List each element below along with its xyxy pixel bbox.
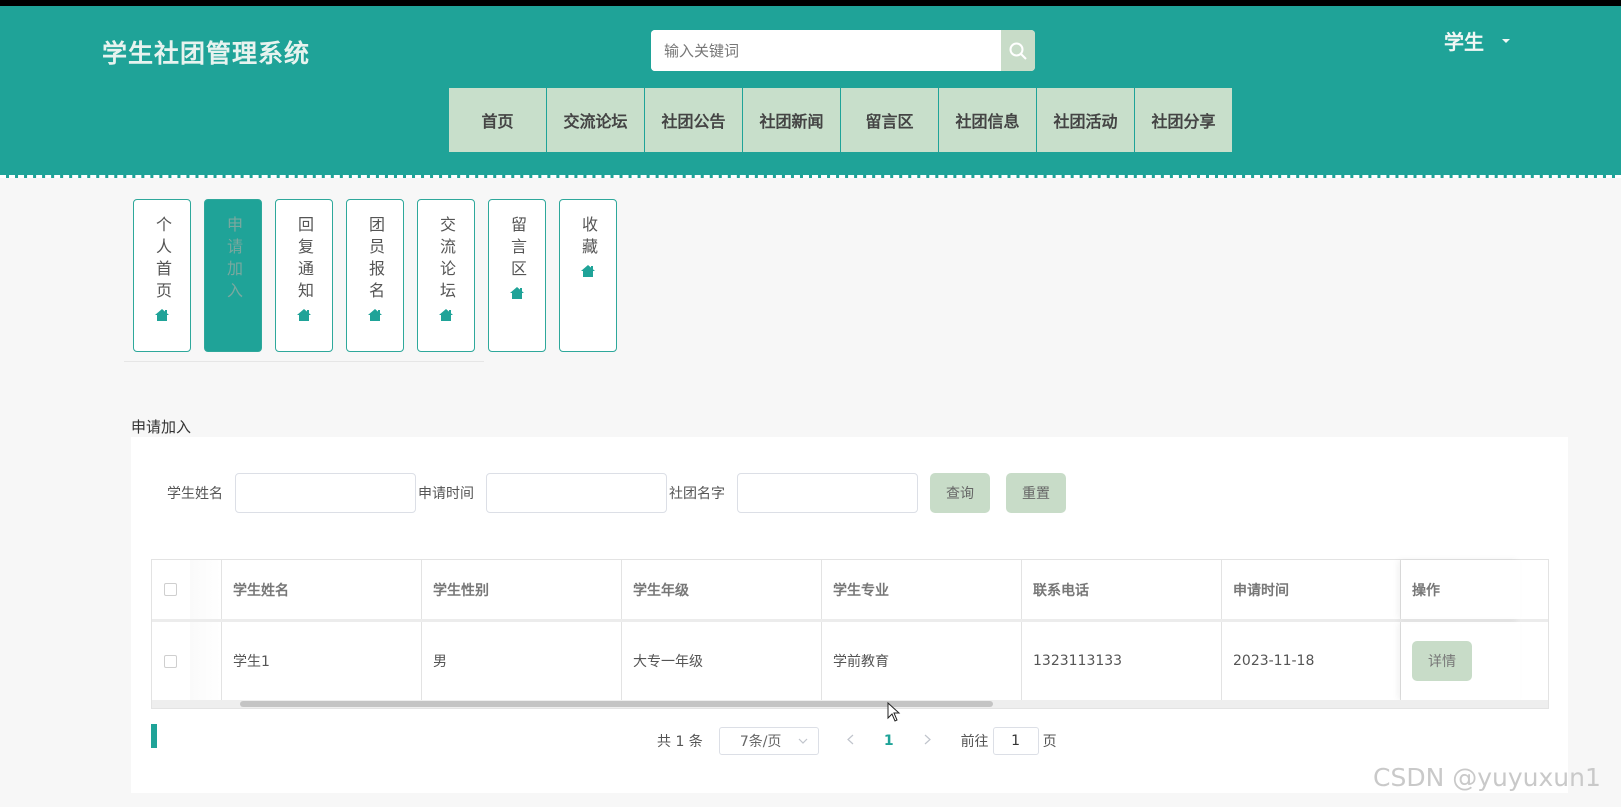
side-item-favorites[interactable]: 收藏: [559, 199, 617, 352]
column-header: 联系电话: [1022, 560, 1222, 619]
accent-bar: [151, 724, 157, 748]
horizontal-scrollbar[interactable]: [152, 700, 1548, 708]
filter-bar: 学生姓名 申请时间 社团名字 查询 重置: [167, 473, 1066, 513]
cell-grade: 大专一年级: [622, 622, 822, 700]
home-icon: [439, 309, 453, 321]
cell-gender: 男: [422, 622, 622, 700]
search-button[interactable]: [1001, 30, 1035, 71]
watermark: CSDN @yuyuxun1: [1373, 763, 1601, 792]
fixed-column-spacer: [190, 622, 222, 700]
reset-button[interactable]: 重置: [1006, 473, 1066, 513]
column-header: 学生年级: [622, 560, 822, 619]
nav-club-share[interactable]: 社团分享: [1135, 88, 1232, 152]
home-icon: [581, 265, 595, 277]
column-header: 学生性别: [422, 560, 622, 619]
nav-message-board[interactable]: 留言区: [841, 88, 938, 152]
content-panel: 学生姓名 申请时间 社团名字 查询 重置 学生姓名 学生性别 学生年级 学生专业…: [131, 437, 1568, 793]
nav-home[interactable]: 首页: [449, 88, 546, 152]
select-all-checkbox[interactable]: [164, 583, 177, 596]
nav-announcement[interactable]: 社团公告: [645, 88, 742, 152]
club-name-label: 社团名字: [669, 486, 725, 502]
select-all-cell: [152, 560, 190, 619]
user-label: 学生: [1444, 30, 1484, 54]
user-menu[interactable]: 学生: [1444, 26, 1510, 55]
nav-news[interactable]: 社团新闻: [743, 88, 840, 152]
nav-club-activity[interactable]: 社团活动: [1037, 88, 1134, 152]
prev-page-button[interactable]: [846, 733, 854, 749]
home-icon: [510, 287, 524, 299]
search-input[interactable]: [651, 30, 1001, 71]
fixed-column-spacer: [190, 560, 222, 619]
side-item-message-board[interactable]: 留言区: [488, 199, 546, 352]
side-item-label: 团员报名: [366, 216, 385, 304]
query-button[interactable]: 查询: [930, 473, 990, 513]
pagination: 共 1 条 7条/页 1 前往 1 页: [657, 727, 1057, 755]
search-box: [651, 30, 1035, 71]
student-name-input[interactable]: [235, 473, 416, 513]
side-item-label: 个人首页: [153, 216, 172, 304]
side-item-label: 交流论坛: [437, 216, 456, 304]
page-size-select[interactable]: 7条/页: [718, 727, 819, 755]
apply-time-label: 申请时间: [418, 486, 474, 502]
data-table: 学生姓名 学生性别 学生年级 学生专业 联系电话 申请时间 操作 学生1 男 大…: [151, 559, 1549, 709]
page-number-current[interactable]: 1: [884, 733, 894, 749]
side-item-reply-notice[interactable]: 回复通知: [275, 199, 333, 352]
scrollbar-thumb[interactable]: [240, 701, 993, 707]
goto-label: 前往: [960, 734, 989, 750]
page-suffix: 页: [1042, 734, 1057, 750]
chevron-left-icon: [846, 734, 854, 745]
site-title: 学生社团管理系统: [102, 39, 311, 68]
cell-phone: 1323113133: [1022, 622, 1222, 700]
column-header: 学生专业: [822, 560, 1022, 619]
main-nav: 首页 交流论坛 社团公告 社团新闻 留言区 社团信息 社团活动 社团分享: [449, 88, 1232, 152]
page-size-value: 7条/页: [739, 734, 782, 750]
chevron-down-icon: [798, 738, 808, 744]
next-page-button[interactable]: [924, 733, 931, 749]
cell-apply-time: 2023-11-18: [1222, 622, 1401, 700]
cell-student-name: 学生1: [222, 622, 422, 700]
cell-actions: 详情: [1401, 622, 1520, 700]
side-item-apply[interactable]: 申请加入: [204, 199, 262, 352]
table-header: 学生姓名 学生性别 学生年级 学生专业 联系电话 申请时间 操作: [152, 560, 1548, 622]
nav-forum[interactable]: 交流论坛: [547, 88, 644, 152]
table-row: 学生1 男 大专一年级 学前教育 1323113133 2023-11-18 详…: [152, 622, 1548, 700]
nav-club-info[interactable]: 社团信息: [939, 88, 1036, 152]
home-icon: [297, 309, 311, 321]
caret-down-icon: [1502, 38, 1510, 43]
apply-time-input[interactable]: [486, 473, 667, 513]
side-item-label: 申请加入: [224, 216, 243, 304]
home-icon: [155, 309, 169, 321]
mouse-cursor-icon: [887, 702, 901, 722]
home-icon: [368, 309, 382, 321]
side-menu: 个人首页 申请加入 回复通知 团员报名 交流论坛 留言区 收藏: [133, 199, 617, 352]
header: 学生社团管理系统 学生 首页 交流论坛 社团公告 社团新闻 留言区 社团信息 社…: [0, 6, 1621, 178]
side-item-profile[interactable]: 个人首页: [133, 199, 191, 352]
detail-button[interactable]: 详情: [1412, 641, 1472, 681]
row-select-cell: [152, 622, 190, 700]
column-header: 申请时间: [1222, 560, 1401, 619]
side-item-label: 留言区: [508, 216, 527, 282]
side-item-member-signup[interactable]: 团员报名: [346, 199, 404, 352]
side-item-label: 收藏: [579, 216, 598, 260]
cell-major: 学前教育: [822, 622, 1022, 700]
side-item-forum[interactable]: 交流论坛: [417, 199, 475, 352]
row-checkbox[interactable]: [164, 654, 177, 668]
chevron-right-icon: [924, 734, 931, 745]
side-item-label: 回复通知: [295, 216, 314, 304]
column-header: 操作: [1401, 560, 1520, 619]
student-name-label: 学生姓名: [167, 486, 223, 502]
side-menu-divider: [124, 361, 484, 362]
page-title: 申请加入: [131, 418, 192, 436]
column-header: 学生姓名: [222, 560, 422, 619]
club-name-input[interactable]: [737, 473, 918, 513]
search-icon: [1009, 42, 1027, 60]
goto-page-input[interactable]: 1: [992, 727, 1039, 755]
total-count: 共 1 条: [657, 734, 703, 750]
